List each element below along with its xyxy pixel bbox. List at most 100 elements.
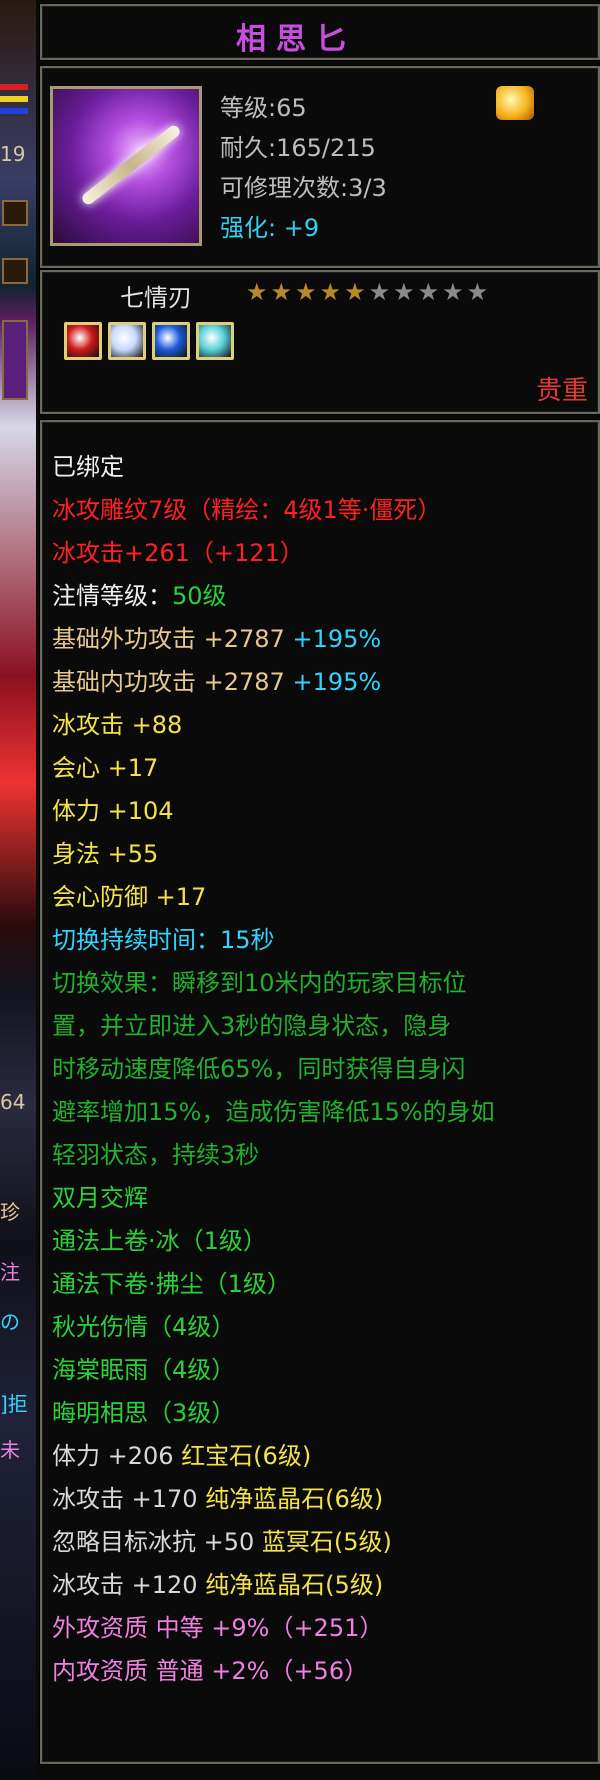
scene-icon: [2, 200, 28, 226]
attribute-line: 体力 +104: [52, 790, 495, 833]
teal-gem-icon: [196, 322, 234, 360]
attribute-text: +195%: [292, 625, 382, 653]
attribute-line: 基础外功攻击 +2787 +195%: [52, 618, 495, 661]
attribute-text: 双月交辉: [52, 1184, 148, 1212]
weapon-icon: [50, 86, 202, 246]
sp-bar: [0, 108, 28, 114]
attribute-line: 已绑定: [52, 446, 495, 489]
attribute-line: 通法上卷·冰（1级）: [52, 1220, 495, 1263]
star-filled-icon: ★: [319, 278, 345, 306]
star-filled-icon: ★: [246, 278, 271, 306]
item-tooltip: 相思匕 等级:65 耐久:165/215 可修理次数:3/3 强化: +9 七情…: [36, 0, 600, 1780]
scene-skill-icon[interactable]: [2, 320, 28, 400]
attribute-text: 会心防御 +17: [52, 883, 207, 911]
star-filled-icon: ★: [344, 278, 369, 306]
attribute-line: 通法下卷·拂尘（1级）: [52, 1263, 495, 1306]
attribute-line: 时移动速度降低65%，同时获得自身闪: [52, 1048, 495, 1091]
item-enhance: 强化: +9: [220, 208, 319, 243]
blue-gem-icon: [152, 322, 190, 360]
attribute-text: 时移动速度降低65%，同时获得自身闪: [52, 1055, 466, 1083]
attribute-text: 基础外功攻击 +2787: [52, 625, 293, 653]
socket-gems: [64, 322, 240, 364]
scene-icon: [2, 258, 28, 284]
star-rating: ★★★★★★★★★★: [246, 278, 491, 306]
enhance-label: 强化:: [220, 214, 277, 242]
attribute-line: 注情等级：50级: [52, 575, 495, 618]
attribute-line: 秋光伤情（4级）: [52, 1306, 495, 1349]
attribute-line: 轻羽状态，持续3秒: [52, 1134, 495, 1177]
attribute-text: 切换持续时间：15秒: [52, 926, 275, 954]
attribute-line: 置，并立即进入3秒的隐身状态，隐身: [52, 1005, 495, 1048]
attribute-line: 体力 +206 红宝石(6级): [52, 1435, 495, 1478]
attribute-list: 已绑定冰攻雕纹7级（精绘：4级1等·僵死） 冰攻击+261（+121） 注情等级：5…: [52, 446, 495, 1693]
star-empty-icon: ★: [466, 278, 492, 306]
attribute-text: 晦明相思（3级）: [52, 1399, 236, 1427]
attribute-line: 内攻资质 普通 +2%（+56）: [52, 1650, 495, 1693]
red-gem-icon: [64, 322, 102, 360]
white-blue-gem-icon: [108, 322, 146, 360]
attribute-line: 冰攻击+261（+121）: [52, 532, 495, 575]
attribute-line: 切换持续时间：15秒: [52, 919, 495, 962]
star-empty-icon: ★: [368, 278, 394, 306]
attribute-text: 注情等级：: [52, 582, 172, 610]
attribute-line: 冰攻击 +120 纯净蓝晶石(5级): [52, 1564, 495, 1607]
attribute-text: 冰攻击 +120: [52, 1571, 206, 1599]
attribute-text: 外攻资质 中等 +9%（+251）: [52, 1614, 384, 1642]
attribute-text: 基础内功攻击 +2787: [52, 668, 293, 696]
attribute-text: 蓝冥石(5级): [261, 1528, 392, 1556]
star-empty-icon: ★: [417, 278, 443, 306]
attribute-line: 冰攻击 +170 纯净蓝晶石(6级): [52, 1478, 495, 1521]
attribute-line: 海棠眠雨（4级）: [52, 1349, 495, 1392]
attribute-text: 身法 +55: [52, 840, 159, 868]
attribute-text: 避率增加15%，造成伤害降低15%的身如: [52, 1098, 495, 1126]
background-scene: 19 64 珍 注 の ]拒 未: [0, 0, 40, 1780]
attribute-text: 会心 +17: [52, 754, 159, 782]
attribute-line: 身法 +55: [52, 833, 495, 876]
attribute-text: 忽略目标冰抗 +50: [52, 1528, 262, 1556]
item-level: 等级:65: [220, 94, 307, 122]
attribute-text: 体力 +104: [52, 797, 174, 825]
hp-bar: [0, 84, 28, 90]
scene-number: 19: [0, 142, 26, 166]
attribute-text: 冰攻击 +88: [52, 711, 183, 739]
attribute-text: +195%: [292, 668, 382, 696]
attribute-text: 通法上卷·冰（1级）: [52, 1227, 267, 1255]
attribute-line: 切换效果：瞬移到10米内的玩家目标位: [52, 962, 495, 1005]
attribute-text: 红宝石(6级): [181, 1442, 312, 1470]
attribute-text: 海棠眠雨（4级）: [52, 1356, 236, 1384]
attribute-text: 冰攻击+261（+121）: [52, 539, 304, 567]
attribute-text: 冰攻雕纹7级（精绘：4级1等·僵死）: [52, 496, 442, 524]
attribute-text: 秋光伤情（4级）: [52, 1313, 236, 1341]
attribute-text: 纯净蓝晶石(5级): [205, 1571, 384, 1599]
item-durability: 耐久:165/215: [220, 134, 376, 162]
scene-text: 注: [0, 1260, 20, 1284]
star-filled-icon: ★: [270, 278, 296, 306]
scene-text: の: [0, 1310, 20, 1334]
attribute-line: 会心 +17: [52, 747, 495, 790]
mp-bar: [0, 96, 28, 102]
attribute-text: 50级: [172, 582, 227, 610]
attribute-text: 纯净蓝晶石(6级): [205, 1485, 384, 1513]
enhance-value: +9: [283, 214, 320, 242]
attribute-line: 外攻资质 中等 +9%（+251）: [52, 1607, 495, 1650]
rarity-label: 贵重: [535, 376, 588, 406]
attribute-text: 通法下卷·拂尘（1级）: [52, 1270, 291, 1298]
attribute-text: 冰攻击 +170: [52, 1485, 206, 1513]
star-empty-icon: ★: [442, 278, 467, 306]
attribute-text: 已绑定: [52, 453, 124, 481]
item-repairs: 可修理次数:3/3: [220, 174, 387, 202]
scene-text: ]拒: [0, 1392, 28, 1416]
attribute-line: 基础内功攻击 +2787 +195%: [52, 661, 495, 704]
attribute-line: 冰攻雕纹7级（精绘：4级1等·僵死）: [52, 489, 495, 532]
attribute-line: 避率增加15%，造成伤害降低15%的身如: [52, 1091, 495, 1134]
scene-number: 64: [0, 1090, 26, 1114]
attribute-text: 内攻资质 普通 +2%（+56）: [52, 1657, 369, 1685]
enhance-badge-icon: [496, 86, 534, 120]
attribute-line: 冰攻击 +88: [52, 704, 495, 747]
attribute-line: 忽略目标冰抗 +50 蓝冥石(5级): [52, 1521, 495, 1564]
attribute-line: 双月交辉: [52, 1177, 495, 1220]
attribute-text: 切换效果：瞬移到10米内的玩家目标位: [52, 969, 467, 997]
weapon-type: 七情刃: [120, 284, 192, 312]
item-title: 相思匕: [236, 22, 356, 57]
scene-text: 未: [0, 1438, 20, 1462]
